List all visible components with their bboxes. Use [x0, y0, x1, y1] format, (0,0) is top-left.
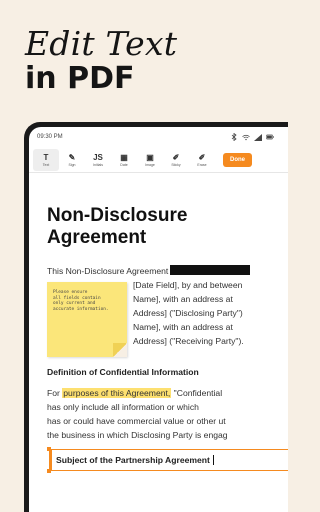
sticky-note[interactable]: Please ensure all fields contain only cu… [47, 282, 127, 357]
tool-label: Initials [93, 163, 103, 167]
image-icon: ▣ [146, 152, 154, 162]
bluetooth-icon [230, 133, 238, 141]
tool-sticky[interactable]: ✐ Sticky [163, 149, 189, 171]
promo-line-1: Edit Text [25, 24, 178, 63]
paragraph-line: Address] ("Receiving Party"). [133, 336, 244, 346]
text-icon: T [43, 152, 49, 162]
redaction-box [170, 265, 251, 275]
paragraph-line: This Non-Disclosure Agreement [47, 264, 251, 278]
sticky-note-icon: ✐ [172, 152, 180, 162]
paragraph-text: This Non-Disclosure Agreement [47, 266, 169, 276]
document-title: Non-Disclosure Agreement [47, 205, 288, 249]
phone-frame: 09:30 PM T Text ✎ Sign JS Initials ▦ Dat… [24, 122, 288, 512]
paragraph-text: "Confidential [171, 388, 223, 398]
promo-line-2: in PDF [25, 61, 135, 96]
promo-headline: Edit Text in PDF [25, 26, 177, 96]
resize-handle[interactable] [47, 447, 51, 451]
tool-label: Sticky [171, 163, 181, 167]
signature-icon: ✎ [68, 152, 76, 162]
section-heading: Definition of Confidential Information [47, 367, 199, 377]
done-button[interactable]: Done [223, 152, 252, 167]
tool-label: Text [42, 163, 50, 167]
paragraph-line: the business in which Disclosing Party i… [47, 430, 228, 440]
paragraph-line: has only include all information or whic… [47, 402, 199, 412]
status-time: 09:30 PM [37, 134, 63, 140]
edit-box-bar [49, 449, 52, 471]
tool-label: Image [145, 163, 155, 167]
editing-text[interactable]: Subject of the Partnership Agreement [56, 455, 210, 465]
tool-erase[interactable]: ✐ Erase [189, 149, 215, 171]
resize-handle[interactable] [47, 469, 51, 473]
calendar-icon: ▦ [120, 152, 128, 162]
paragraph-line: Name], with an address at [133, 294, 233, 304]
document-title-line-1: Non-Disclosure [47, 205, 188, 226]
app-screen: 09:30 PM T Text ✎ Sign JS Initials ▦ Dat… [29, 127, 288, 512]
tool-text[interactable]: T Text [33, 148, 59, 171]
status-bar: 09:30 PM [29, 127, 288, 147]
tool-date[interactable]: ▦ Date [111, 149, 137, 171]
wifi-icon [242, 133, 250, 141]
tool-label: Erase [197, 163, 207, 167]
paragraph-line: Address] ("Disclosing Party") [133, 308, 243, 318]
tool-label: Date [120, 163, 128, 167]
paragraph-text: For [47, 388, 63, 398]
document-title-line-2: Agreement [47, 227, 147, 248]
initials-icon: JS [93, 152, 103, 162]
paragraph-line: [Date Field], by and between [133, 280, 243, 290]
tool-image[interactable]: ▣ Image [137, 149, 163, 171]
paragraph-line: has or could have commercial value or ot… [47, 416, 226, 426]
sticky-note-fold [113, 343, 127, 357]
text-edit-box[interactable]: Subject of the Partnership Agreement [47, 447, 288, 473]
sticky-note-text: Please ensure all fields contain only cu… [53, 290, 109, 312]
tool-initials[interactable]: JS Initials [85, 149, 111, 171]
tool-sign[interactable]: ✎ Sign [59, 149, 85, 171]
text-caret [212, 455, 214, 465]
battery-icon [266, 133, 274, 141]
highlighted-text[interactable]: purposes of this Agreement, [62, 388, 172, 398]
paragraph-line: Name], with an address at [133, 322, 233, 332]
signal-icon [254, 133, 262, 141]
paragraph-line: For purposes of this Agreement, "Confide… [47, 386, 222, 400]
editing-toolbar: T Text ✎ Sign JS Initials ▦ Date ▣ Image… [29, 147, 288, 173]
tool-label: Sign [68, 163, 76, 167]
eraser-icon: ✐ [198, 152, 206, 162]
